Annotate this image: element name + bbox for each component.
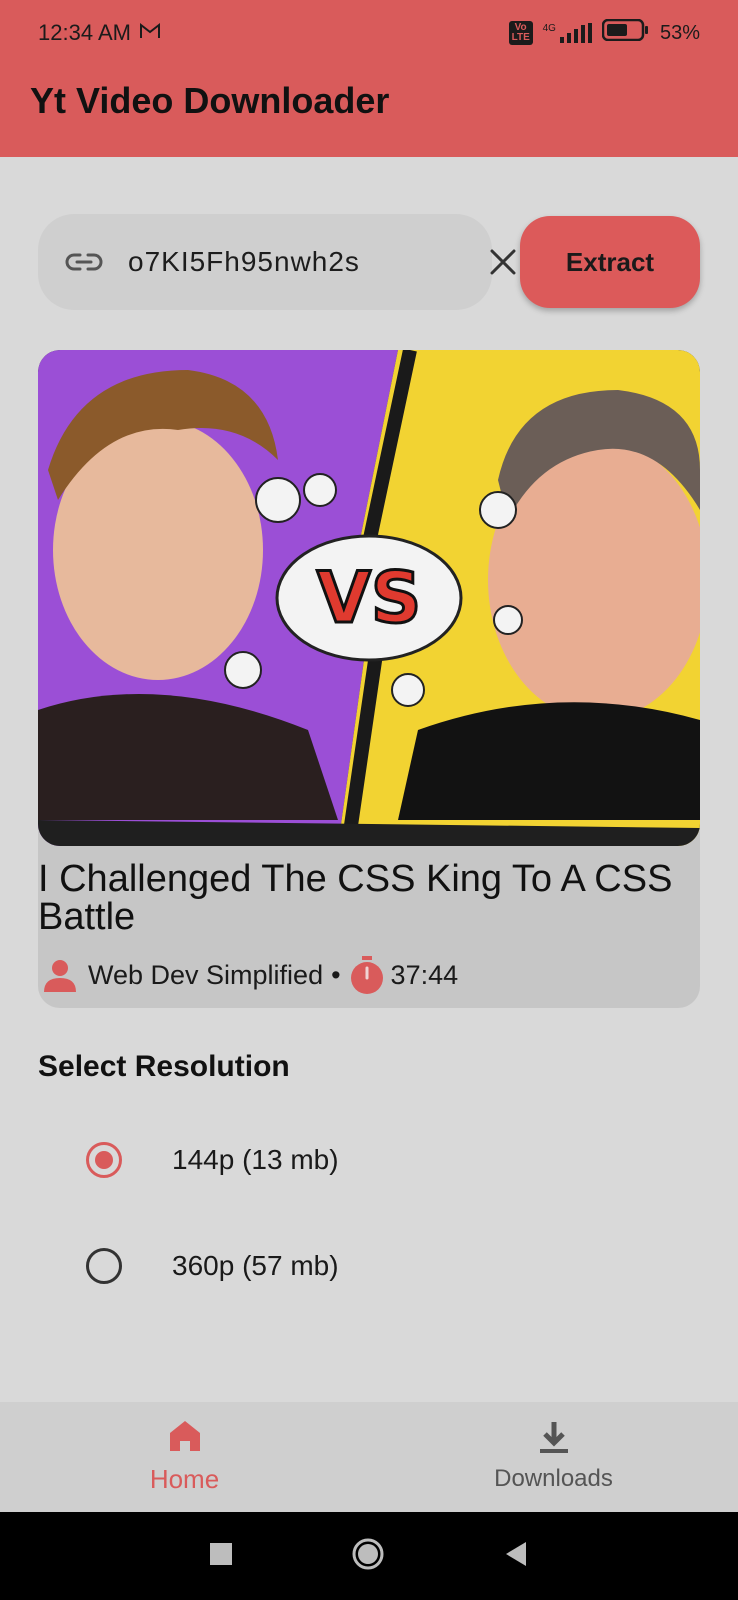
nav-label-home: Home — [149, 1464, 220, 1494]
network-type: 4G — [542, 23, 556, 34]
extract-button[interactable]: Extract — [520, 216, 700, 308]
status-time: 12:34 AM — [38, 20, 131, 45]
radio-button-selected[interactable] — [86, 1142, 122, 1178]
battery-percentage: 53% — [659, 21, 700, 44]
video-thumbnail[interactable]: VS — [38, 350, 700, 846]
person-icon — [42, 958, 78, 992]
signal-icon: 4G — [543, 23, 592, 43]
url-input[interactable] — [128, 246, 489, 278]
resolution-label: 360p (57 mb) — [172, 1250, 339, 1281]
resolution-option-144p[interactable]: 144p (13 mb) — [86, 1142, 339, 1178]
resolution-option-360p[interactable]: 360p (57 mb) — [86, 1248, 339, 1284]
radio-button[interactable] — [86, 1248, 122, 1284]
bottom-navigation: Home Downloads — [0, 1402, 738, 1512]
battery-icon — [601, 18, 650, 47]
recent-apps-icon[interactable] — [209, 1542, 232, 1570]
video-meta: Web Dev Simplified • 37:44 — [42, 956, 458, 994]
nav-item-home[interactable]: Home — [0, 1402, 369, 1512]
status-bar: 12:34 AM Vo LTE 4G 53% — [0, 0, 738, 66]
home-system-icon[interactable] — [351, 1537, 385, 1576]
resolution-label: 144p (13 mb) — [172, 1144, 339, 1175]
url-field[interactable] — [38, 214, 516, 310]
home-icon — [168, 1419, 202, 1458]
video-duration: 37:44 — [390, 959, 459, 990]
link-icon — [64, 242, 104, 282]
gmail-icon — [139, 20, 161, 46]
video-card[interactable]: VS I Challenged The CSS King To A CSS Ba… — [38, 350, 700, 1008]
timer-icon — [349, 956, 385, 994]
volte-icon: Vo LTE — [508, 21, 533, 45]
download-icon — [539, 1421, 569, 1459]
back-icon[interactable] — [504, 1541, 528, 1571]
app-bar: 12:34 AM Vo LTE 4G 53% Yt Video Download… — [0, 0, 738, 157]
nav-label-downloads: Downloads — [494, 1464, 613, 1492]
resolution-heading: Select Resolution — [38, 1050, 290, 1083]
app-title: Yt Video Downloader — [30, 80, 390, 121]
clear-icon[interactable] — [489, 242, 517, 282]
video-title: I Challenged The CSS King To A CSS Battl… — [38, 858, 673, 938]
meta-separator: • — [331, 959, 341, 990]
nav-item-downloads[interactable]: Downloads — [369, 1402, 738, 1512]
system-navigation-bar — [0, 1512, 738, 1600]
thumbnail-vs-text: VS — [317, 557, 422, 639]
channel-name: Web Dev Simplified — [88, 959, 324, 990]
